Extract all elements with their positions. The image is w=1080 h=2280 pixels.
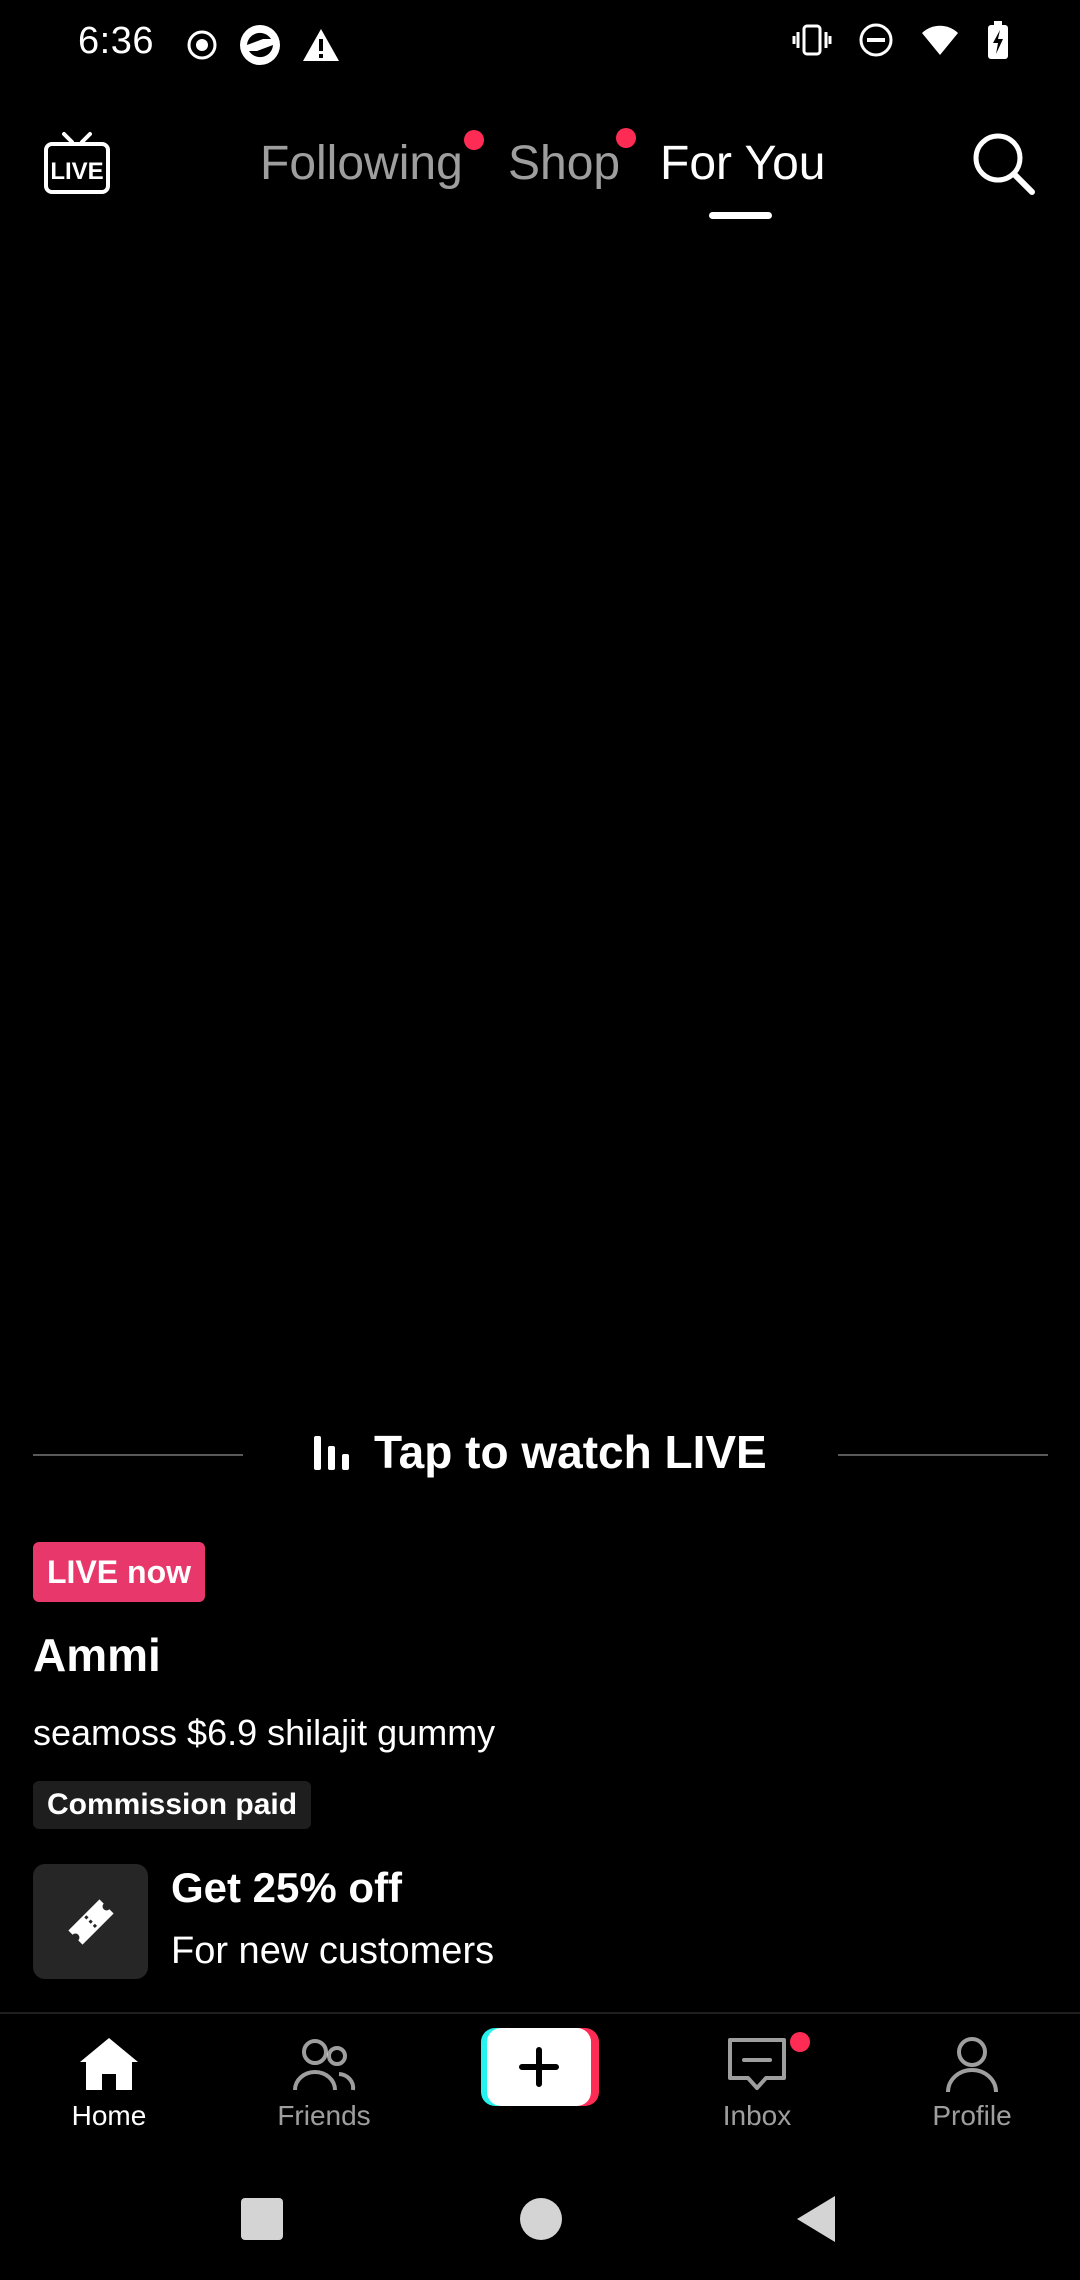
nav-friends-label: Friends: [277, 2100, 371, 2131]
commission-tag: Commission paid: [33, 1781, 312, 1829]
nav-inbox-label: Inbox: [722, 2100, 792, 2131]
battery-charging-icon: [988, 21, 1008, 59]
shop-notification-dot: [616, 128, 636, 148]
feed-tabs: Following Shop For You: [0, 128, 1080, 228]
promo-title[interactable]: Get 25% off: [171, 1864, 402, 1912]
wifi-icon: [922, 25, 958, 55]
search-button[interactable]: [968, 128, 1038, 198]
warning-icon: [303, 29, 339, 61]
video-area[interactable]: [0, 240, 1080, 1390]
inbox-icon: [728, 2038, 786, 2090]
creator-name[interactable]: Ammi: [33, 1628, 161, 1682]
nav-friends[interactable]: Friends: [244, 2034, 404, 2132]
promo-icon-box[interactable]: [33, 1864, 148, 1979]
inbox-notification-dot: [790, 2032, 810, 2052]
back-button[interactable]: [795, 2194, 839, 2244]
tab-shop[interactable]: Shop: [508, 136, 620, 191]
create-button[interactable]: [481, 2028, 599, 2106]
profile-icon: [946, 2037, 998, 2093]
vibrate-icon: [792, 24, 832, 56]
tab-following[interactable]: Following: [260, 136, 463, 191]
system-nav-bar: [0, 2172, 1080, 2280]
home-icon: [80, 2038, 138, 2090]
bottom-nav: Home Friends Inbox Profile: [0, 2012, 1080, 2174]
ticket-icon: [67, 1898, 114, 1945]
live-caption: seamoss $6.9 shilajit gummy: [33, 1712, 496, 1753]
status-left-icons: [185, 22, 341, 68]
tap-to-watch-live[interactable]: Tap to watch LIVE: [0, 1420, 1080, 1490]
live-bars-icon: [314, 1436, 349, 1470]
nav-inbox[interactable]: Inbox: [677, 2034, 837, 2132]
active-tab-indicator: [709, 212, 772, 219]
promo-subtitle: For new customers: [171, 1930, 495, 1972]
status-right-icons: [792, 20, 1010, 60]
create-plus-icon: [481, 2028, 599, 2106]
following-notification-dot: [464, 130, 484, 150]
nav-home-label: Home: [71, 2100, 147, 2131]
record-icon: [187, 30, 217, 60]
nav-home[interactable]: Home: [29, 2034, 189, 2132]
divider-right: [838, 1454, 1048, 1456]
recents-button[interactable]: [241, 2198, 283, 2240]
divider-left: [33, 1454, 243, 1456]
nav-profile-label: Profile: [932, 2100, 1012, 2131]
live-now-badge: LIVE now: [33, 1542, 205, 1602]
do-not-disturb-icon: [859, 23, 893, 57]
home-system-button[interactable]: [520, 2198, 562, 2240]
watch-live-label-group: Tap to watch LIVE: [312, 1425, 767, 1479]
status-time: 6:36: [78, 20, 154, 62]
tab-for-you[interactable]: For You: [660, 136, 825, 191]
friends-icon: [293, 2039, 356, 2091]
watch-live-text: Tap to watch LIVE: [374, 1426, 767, 1478]
search-icon: [973, 133, 1035, 195]
nav-profile[interactable]: Profile: [892, 2034, 1052, 2132]
app-notification-icon: [240, 25, 280, 65]
